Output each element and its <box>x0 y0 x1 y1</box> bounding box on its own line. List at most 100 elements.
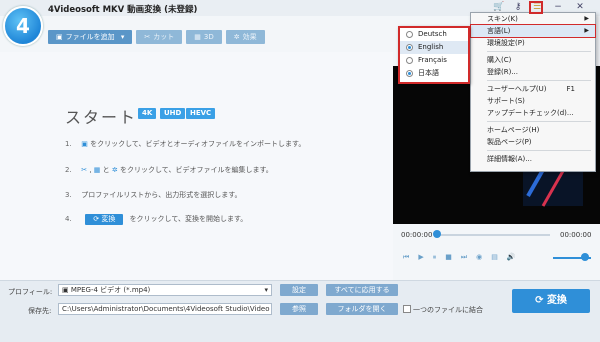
language-option[interactable]: Deutsch <box>400 28 468 41</box>
window-title: 4Videosoft MKV 動画変換 (未登録) <box>48 5 198 15</box>
bottom-panel: プロフィール: ▣ MPEG-4 ビデオ (*.mp4) ▾ 設定 すべてに応用… <box>0 280 600 342</box>
menu-item[interactable]: 環境設定(P) <box>471 37 595 49</box>
step-1: 1. ▣ をクリックして、ビデオとオーディオファイルをインポートします。 <box>65 140 306 148</box>
language-label: Deutsch <box>418 30 447 38</box>
radio-button[interactable] <box>406 31 413 38</box>
menu-separator <box>487 51 591 52</box>
menu-item-label: ユーザーヘルプ(U) <box>487 85 547 93</box>
time-start: 00:00:00 <box>401 231 433 239</box>
volume-handle[interactable] <box>581 253 589 261</box>
language-option[interactable]: English <box>400 41 468 54</box>
start-title: スタート <box>65 108 138 127</box>
effect-label: 効果 <box>242 33 257 41</box>
app-logo: 4 <box>3 6 43 46</box>
badge-4k: 4K <box>138 108 157 119</box>
radio-button[interactable] <box>406 57 413 64</box>
menu-item-label: スキン(K) <box>487 15 518 23</box>
menu-item-label: アップデートチェック(d)... <box>487 109 574 117</box>
add-file-icon: ▣ <box>56 33 63 41</box>
scissors-icon: ✂ <box>144 33 151 41</box>
effect-button[interactable]: ✲ 効果 <box>225 30 265 44</box>
pause-icon[interactable]: ⏸ <box>433 253 437 262</box>
menu-item[interactable]: 詳細情報(A)... <box>471 153 595 165</box>
skip-forward-icon[interactable]: ⏭ <box>461 253 467 262</box>
chevron-down-icon[interactable]: ▾ <box>121 33 125 41</box>
toolbar: ▣ ファイルを追加 ▾ ✂ カット ▦ 3D ✲ 効果 <box>48 30 265 44</box>
menu-item[interactable]: 登録(R)... <box>471 66 595 78</box>
menu-item-shortcut: F1 <box>566 85 575 93</box>
menu-separator <box>487 80 591 81</box>
menu-item[interactable]: 言語(L) ▶ <box>470 24 596 38</box>
step-2: 2. ✂ , ▦ と ✲ をクリックして、ビデオファイルを編集します。 <box>65 166 273 174</box>
menu-item[interactable]: スキン(K) ▶ <box>471 13 595 25</box>
cut-label: カット <box>153 33 175 41</box>
settings-button[interactable]: 設定 <box>280 284 318 296</box>
volume-icon[interactable]: 🔊 <box>507 253 516 262</box>
menu-item[interactable]: アップデートチェック(d)... <box>471 107 595 119</box>
add-file-label: ファイルを追加 <box>65 33 115 41</box>
language-option[interactable]: Français <box>400 54 468 67</box>
language-label: 日本語 <box>418 69 439 77</box>
merge-label: 一つのファイルに結合 <box>413 306 483 314</box>
radio-button[interactable] <box>406 44 413 51</box>
menu-item-label: 詳細情報(A)... <box>487 155 532 163</box>
submenu-arrow-icon: ▶ <box>584 27 589 34</box>
chevron-down-icon: ▾ <box>264 286 268 294</box>
app-window: 4Videosoft MKV 動画変換 (未登録) 🛒 ⚷ ☰ − ✕ 4 ▣ フ… <box>0 0 600 342</box>
effect-icon: ✲ <box>233 33 240 41</box>
player-controls: 00:00:00 00:00:00 ⏮ ▶ ⏸ ■ ⏭ ◉ ▤ 🔊 <box>393 224 600 280</box>
3d-button[interactable]: ▦ 3D <box>186 30 222 44</box>
menu-separator <box>487 121 591 122</box>
main-menu: スキン(K) ▶ 言語(L) ▶ 環境設定(P) 購入(C) 登録(R)... ユーザーヘルプ… <box>470 12 596 172</box>
badge-uhd: UHD <box>160 108 186 119</box>
open-folder-button[interactable]: フォルダを開く <box>326 303 398 315</box>
menu-item[interactable]: ホームページ(H) <box>471 124 595 136</box>
3d-icon: ▦ <box>194 33 201 41</box>
cut-button[interactable]: ✂ カット <box>136 30 183 44</box>
menu-item[interactable]: サポート(S) <box>471 95 595 107</box>
menu-item-label: ホームページ(H) <box>487 126 540 134</box>
convert-hint: ⟳ 変換 <box>85 214 124 225</box>
menu-item[interactable]: 製品ページ(P) <box>471 136 595 148</box>
menu-item-label: 環境設定(P) <box>487 39 525 47</box>
video-icon: ▣ <box>62 286 71 294</box>
browse-button[interactable]: 参照 <box>280 303 318 315</box>
menu-item-label: サポート(S) <box>487 97 525 105</box>
convert-icon: ⟳ <box>535 295 547 306</box>
play-icon[interactable]: ▶ <box>418 253 423 262</box>
menu-icon-highlight <box>529 1 543 14</box>
merge-checkbox[interactable] <box>403 305 411 313</box>
menu-item-label: 製品ページ(P) <box>487 138 532 146</box>
skip-back-icon[interactable]: ⏮ <box>403 253 409 262</box>
menu-item-label: 登録(R)... <box>487 68 519 76</box>
add-file-icon: ▣ <box>81 140 88 148</box>
submenu-arrow-icon: ▶ <box>584 15 589 22</box>
language-label: Français <box>418 56 447 64</box>
radio-button[interactable] <box>406 70 413 77</box>
destination-label: 保存先: <box>28 307 52 315</box>
3d-label: 3D <box>203 33 214 41</box>
time-end: 00:00:00 <box>560 231 592 239</box>
menu-item-label: 購入(C) <box>487 56 512 64</box>
convert-button[interactable]: ⟳ 変換 <box>512 289 590 313</box>
menu-item[interactable]: 購入(C) <box>471 54 595 66</box>
language-label: English <box>418 43 444 51</box>
menu-item[interactable]: ユーザーヘルプ(U) F1 <box>471 83 595 95</box>
menu-item-label: 言語(L) <box>487 27 511 35</box>
profile-select[interactable]: ▣ MPEG-4 ビデオ (*.mp4) ▾ <box>58 284 272 296</box>
language-option[interactable]: 日本語 <box>400 67 468 80</box>
badge-hevc: HEVC <box>186 108 216 119</box>
folder-icon[interactable]: ▤ <box>491 253 498 262</box>
step-4: 4. ⟳ 変換 をクリックして、変換を開始します。 <box>65 214 248 225</box>
seek-bar[interactable] <box>435 234 550 236</box>
language-submenu: Deutsch English Français 日本語 <box>398 26 470 84</box>
stop-icon[interactable]: ■ <box>445 253 452 262</box>
add-file-button[interactable]: ▣ ファイルを追加 ▾ <box>48 30 133 44</box>
playback-buttons: ⏮ ▶ ⏸ ■ ⏭ ◉ ▤ 🔊 <box>403 253 516 262</box>
effect-icon: ✲ <box>111 166 118 174</box>
seek-handle[interactable] <box>433 230 441 238</box>
destination-input[interactable]: C:\Users\Administrator\Documents\4Videos… <box>58 303 272 315</box>
menu-separator <box>487 150 591 151</box>
apply-all-button[interactable]: すべてに応用する <box>326 284 398 296</box>
snapshot-icon[interactable]: ◉ <box>476 253 482 262</box>
